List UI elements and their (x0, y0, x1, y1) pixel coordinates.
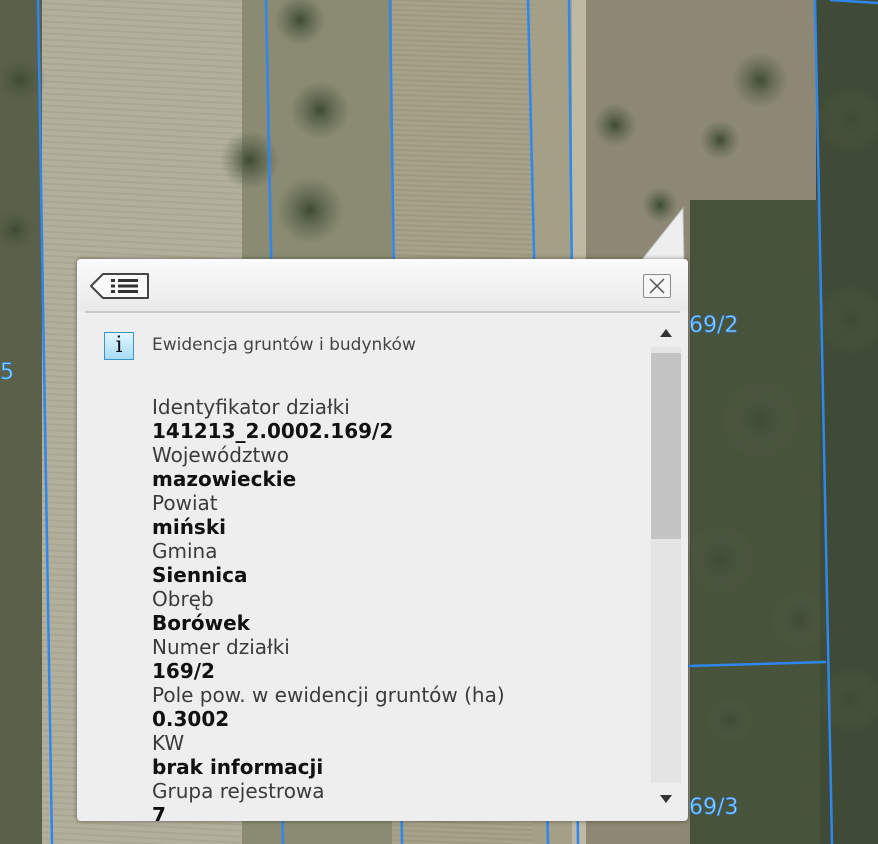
popup-scrollbar[interactable] (649, 321, 683, 811)
list-back-icon (90, 273, 149, 299)
attribute-value: 169/2 (152, 659, 215, 683)
parcel-label-169-2: 69/2 (689, 313, 739, 339)
triangle-up-icon (660, 329, 672, 337)
attribute-label: Gmina (152, 539, 218, 563)
scroll-thumb[interactable] (651, 352, 681, 539)
attribute-value: mazowieckie (152, 467, 297, 491)
parcel-label-left: 5 (0, 360, 14, 386)
feature-info-popup: i Ewidencja gruntów i budynków Identyfik… (77, 259, 688, 821)
attribute-list: Identyfikator działki 141213_2.0002.169/2… (152, 395, 632, 821)
attribute-value: Siennica (152, 563, 248, 587)
attribute-label: Numer działki (152, 635, 290, 659)
attribute-value: Borówek (152, 611, 250, 635)
popup-content: i Ewidencja gruntów i budynków Identyfik… (77, 315, 649, 821)
attribute-value: 0.3002 (152, 707, 230, 731)
attribute-label: Powiat (152, 491, 218, 515)
attribute-label: Województwo (152, 443, 289, 467)
attribute-label: KW (152, 731, 185, 755)
scroll-down-button[interactable] (649, 789, 683, 811)
attribute-label: Pole pow. w ewidencji gruntów (ha) (152, 683, 505, 707)
layer-title: Ewidencja gruntów i budynków (152, 335, 416, 355)
close-icon (649, 278, 665, 294)
attribute-value: brak informacji (152, 755, 324, 779)
parcel-label-169-3: 69/3 (689, 795, 739, 821)
triangle-down-icon (660, 795, 672, 803)
back-to-list-button[interactable] (89, 272, 151, 300)
attribute-value: 7 (152, 803, 166, 821)
attribute-label: Identyfikator działki (152, 395, 350, 419)
attribute-value: miński (152, 515, 226, 539)
attribute-value: 141213_2.0002.169/2 (152, 419, 394, 443)
attribute-label: Obręb (152, 587, 214, 611)
attribute-label: Grupa rejestrowa (152, 779, 325, 803)
header-divider (85, 311, 680, 313)
scroll-up-button[interactable] (649, 321, 683, 343)
popup-header (77, 259, 688, 311)
close-button[interactable] (643, 274, 671, 298)
info-icon: i (104, 332, 134, 360)
